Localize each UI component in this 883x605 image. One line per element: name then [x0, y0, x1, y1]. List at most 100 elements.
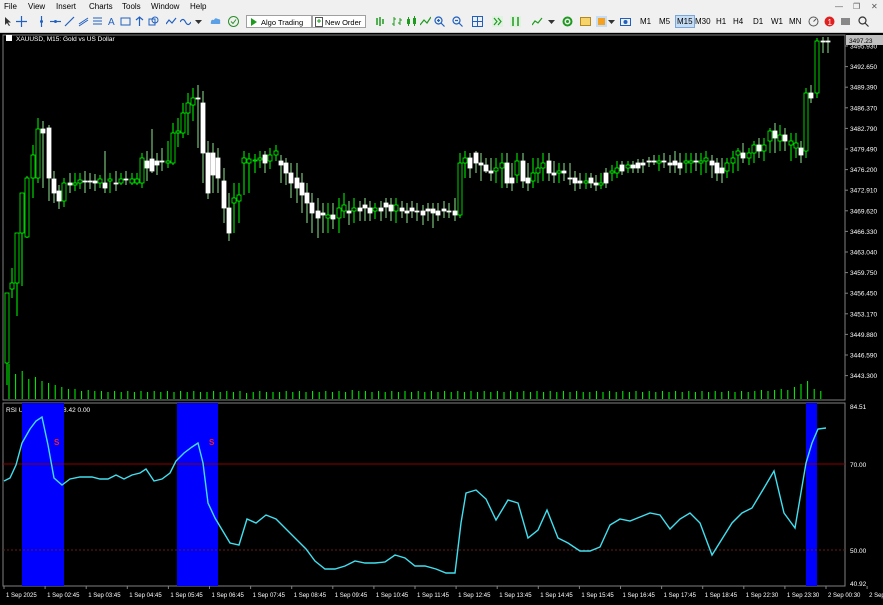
menu-insert[interactable]: Insert	[56, 2, 76, 11]
time-label: 1 Sep 12:45	[458, 593, 491, 599]
menu-view[interactable]: View	[28, 2, 45, 11]
candle-bear	[446, 210, 452, 213]
tile-windows-icon[interactable]	[472, 16, 483, 27]
candle-bull	[767, 130, 773, 142]
tf-m15[interactable]: M15	[675, 15, 695, 28]
label-icon[interactable]	[120, 16, 131, 27]
vertical-line-icon[interactable]	[36, 16, 47, 27]
text-icon[interactable]: A	[106, 16, 117, 27]
bar-chart-icon[interactable]	[392, 16, 403, 27]
rsi-level-50-label: 50.00	[850, 548, 867, 555]
candle-bear	[782, 134, 788, 142]
candle-bear	[357, 207, 363, 212]
price-tick-label: 3476.200	[850, 167, 877, 174]
trendline-icon[interactable]	[64, 16, 75, 27]
time-label: 2 Sep 01:30	[869, 593, 883, 599]
chart-window[interactable]: XAUUSD, M15: Gold vs US Dollar RSI Ultim…	[0, 33, 883, 600]
profile-icon[interactable]	[840, 16, 851, 27]
candle-bear	[378, 207, 384, 212]
algo-trading-label: Algo Trading	[261, 18, 304, 27]
candle-bull	[530, 172, 536, 182]
arrow-icon[interactable]	[134, 16, 145, 27]
candle-bear	[159, 160, 165, 163]
cloud-icon[interactable]	[210, 16, 221, 27]
candle-bear	[304, 192, 310, 204]
candle-bull	[273, 150, 279, 156]
candle-bull	[583, 180, 589, 184]
candle-bull	[134, 178, 140, 184]
candle-bull	[703, 157, 709, 162]
candle-bear	[430, 208, 436, 214]
menu-window[interactable]: Window	[151, 2, 179, 11]
indicators-icon[interactable]	[166, 16, 177, 27]
minimize-icon[interactable]: —	[835, 2, 843, 11]
volume-bars	[8, 364, 822, 399]
candle-bear	[588, 177, 594, 184]
tf-m1[interactable]: M1	[640, 17, 651, 26]
candle-bear	[92, 180, 98, 184]
templates-icon[interactable]	[580, 16, 591, 27]
chevron-down-icon[interactable]	[193, 16, 204, 27]
candlestick-icon[interactable]	[406, 16, 417, 27]
tf-d1[interactable]: D1	[753, 17, 763, 26]
chevron-down-icon[interactable]	[546, 16, 557, 27]
restore-icon[interactable]: ❐	[853, 2, 860, 11]
candle-bull	[777, 134, 783, 142]
shapes-icon[interactable]	[148, 16, 159, 27]
time-label: 1 Sep 09:45	[335, 593, 368, 599]
price-tick-label: 3459.750	[850, 270, 877, 277]
chevron-down-icon[interactable]	[606, 16, 617, 27]
screenshot-icon[interactable]	[620, 16, 631, 27]
notifications-icon[interactable]: 1	[824, 16, 835, 27]
settings-icon[interactable]	[562, 16, 573, 27]
candle-bull	[190, 97, 196, 106]
rsi-zones	[22, 403, 817, 586]
channel-icon[interactable]	[78, 16, 89, 27]
menu-charts[interactable]: Charts	[89, 2, 113, 11]
indicator-list-icon[interactable]	[532, 16, 543, 27]
time-label: 1 Sep 02:45	[47, 593, 80, 599]
period-icon[interactable]	[180, 16, 191, 27]
depth-of-market-icon[interactable]	[375, 16, 386, 27]
tf-h1[interactable]: H1	[716, 17, 726, 26]
chart-shift-icon[interactable]	[492, 16, 503, 27]
candle-bull	[185, 102, 191, 114]
menu-help[interactable]: Help	[190, 2, 206, 11]
menu-tools[interactable]: Tools	[122, 2, 141, 11]
search-icon[interactable]	[858, 16, 869, 27]
line-chart-icon[interactable]	[420, 16, 431, 27]
candle-bear	[825, 40, 831, 43]
zoom-in-icon[interactable]	[434, 16, 445, 27]
autoscroll-icon[interactable]	[510, 16, 521, 27]
candle-bear	[667, 162, 673, 166]
candle-bear	[283, 162, 289, 174]
zoom-out-icon[interactable]	[452, 16, 463, 27]
horizontal-line-icon[interactable]	[50, 16, 61, 27]
fibonacci-icon[interactable]	[92, 16, 103, 27]
price-tick-label: 3443.300	[850, 373, 877, 380]
signals-icon[interactable]	[808, 16, 819, 27]
candle-bear	[299, 182, 305, 196]
chart-canvas[interactable]: XAUUSD, M15: Gold vs US Dollar RSI Ultim…	[0, 33, 883, 600]
tf-mn[interactable]: MN	[789, 17, 801, 26]
cursor-icon[interactable]	[3, 16, 14, 27]
candle-bear	[278, 160, 284, 166]
candle-bull	[236, 194, 242, 202]
candle-bear	[661, 160, 667, 163]
algo-trading-button[interactable]: Algo Trading	[246, 15, 312, 28]
tf-w1[interactable]: W1	[771, 17, 783, 26]
tf-m30[interactable]: M30	[695, 17, 711, 26]
candle-bear	[87, 180, 93, 183]
candle-bull	[325, 214, 331, 219]
close-icon[interactable]: ✕	[871, 2, 878, 11]
menu-file[interactable]: File	[4, 2, 17, 11]
candle-bull	[761, 144, 767, 152]
market-icon[interactable]	[228, 16, 239, 27]
candle-bear	[210, 152, 216, 176]
candle-bull	[614, 167, 620, 174]
tf-m5[interactable]: M5	[659, 17, 670, 26]
tf-h4[interactable]: H4	[733, 17, 743, 26]
price-tick-label: 3492.650	[850, 64, 877, 71]
crosshair-icon[interactable]	[16, 16, 27, 27]
new-order-button[interactable]: New Order	[312, 15, 366, 28]
